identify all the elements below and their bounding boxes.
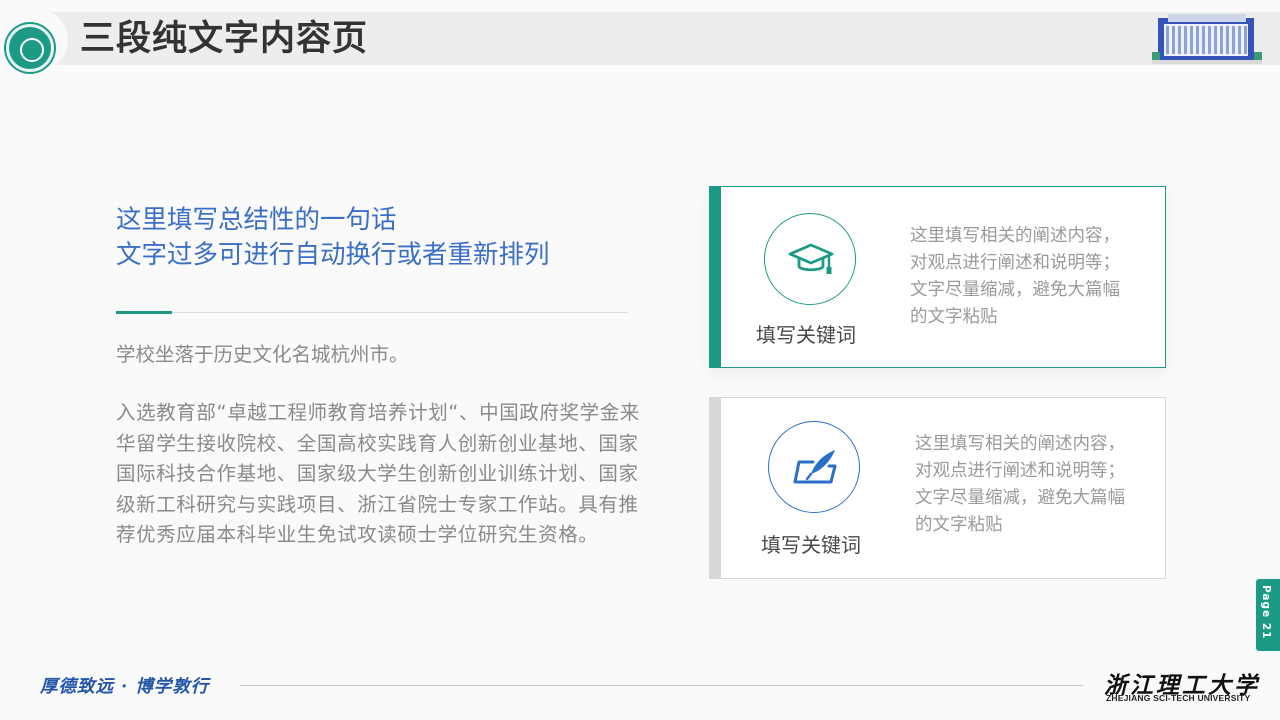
keyword-card-1: 填写关键词 这里填写相关的阐述内容，对观点进行阐述和说明等；文字尽量缩减，避免大… — [708, 185, 1166, 368]
building-illustration-icon — [1152, 14, 1262, 64]
logo-container — [0, 9, 68, 72]
icon-circle — [764, 213, 856, 305]
page-number-label: Page 21 — [1260, 585, 1272, 640]
summary-line-1: 这里填写总结性的一句话 — [116, 205, 397, 235]
graduation-cap-icon — [788, 243, 834, 274]
card-description: 这里填写相关的阐述内容，对观点进行阐述和说明等；文字尽量缩减，避免大篇幅的文字粘… — [910, 226, 1120, 327]
card-accent-bar — [708, 396, 721, 579]
university-name-en: ZHEJIANG SCI-TECH UNIVERSITY — [1106, 693, 1251, 703]
footer-divider — [240, 685, 1083, 686]
keyword-card-2: 填写关键词 这里填写相关的阐述内容，对观点进行阐述和说明等；文字尽量缩减，避免大… — [708, 396, 1166, 579]
university-logo-icon — [6, 24, 54, 72]
quill-pen-icon — [793, 450, 837, 484]
card-keyword: 填写关键词 — [756, 323, 856, 347]
divider-accent — [116, 311, 172, 314]
page-title: 三段纯文字内容页 — [80, 19, 369, 59]
body-paragraph-2: 入选教育部“卓越工程师教育培养计划“、中国政府奖学金来华留学生接收院校、全国高校… — [116, 401, 640, 546]
summary-line-2: 文字过多可进行自动换行或者重新排列 — [116, 240, 550, 270]
card-keyword: 填写关键词 — [761, 533, 861, 557]
divider-line — [116, 312, 628, 313]
card-accent-bar — [708, 185, 721, 368]
body-paragraph-1: 学校坐落于历史文化名城杭州市。 — [116, 343, 409, 366]
school-motto: 厚德致远 · 博学敦行 — [40, 677, 210, 697]
page-number-tab: Page 21 — [1256, 579, 1280, 651]
icon-circle — [768, 421, 860, 513]
card-description: 这里填写相关的阐述内容，对观点进行阐述和说明等；文字尽量缩减，避免大篇幅的文字粘… — [915, 434, 1125, 535]
summary-heading: 这里填写总结性的一句话 文字过多可进行自动换行或者重新排列 — [116, 203, 636, 273]
